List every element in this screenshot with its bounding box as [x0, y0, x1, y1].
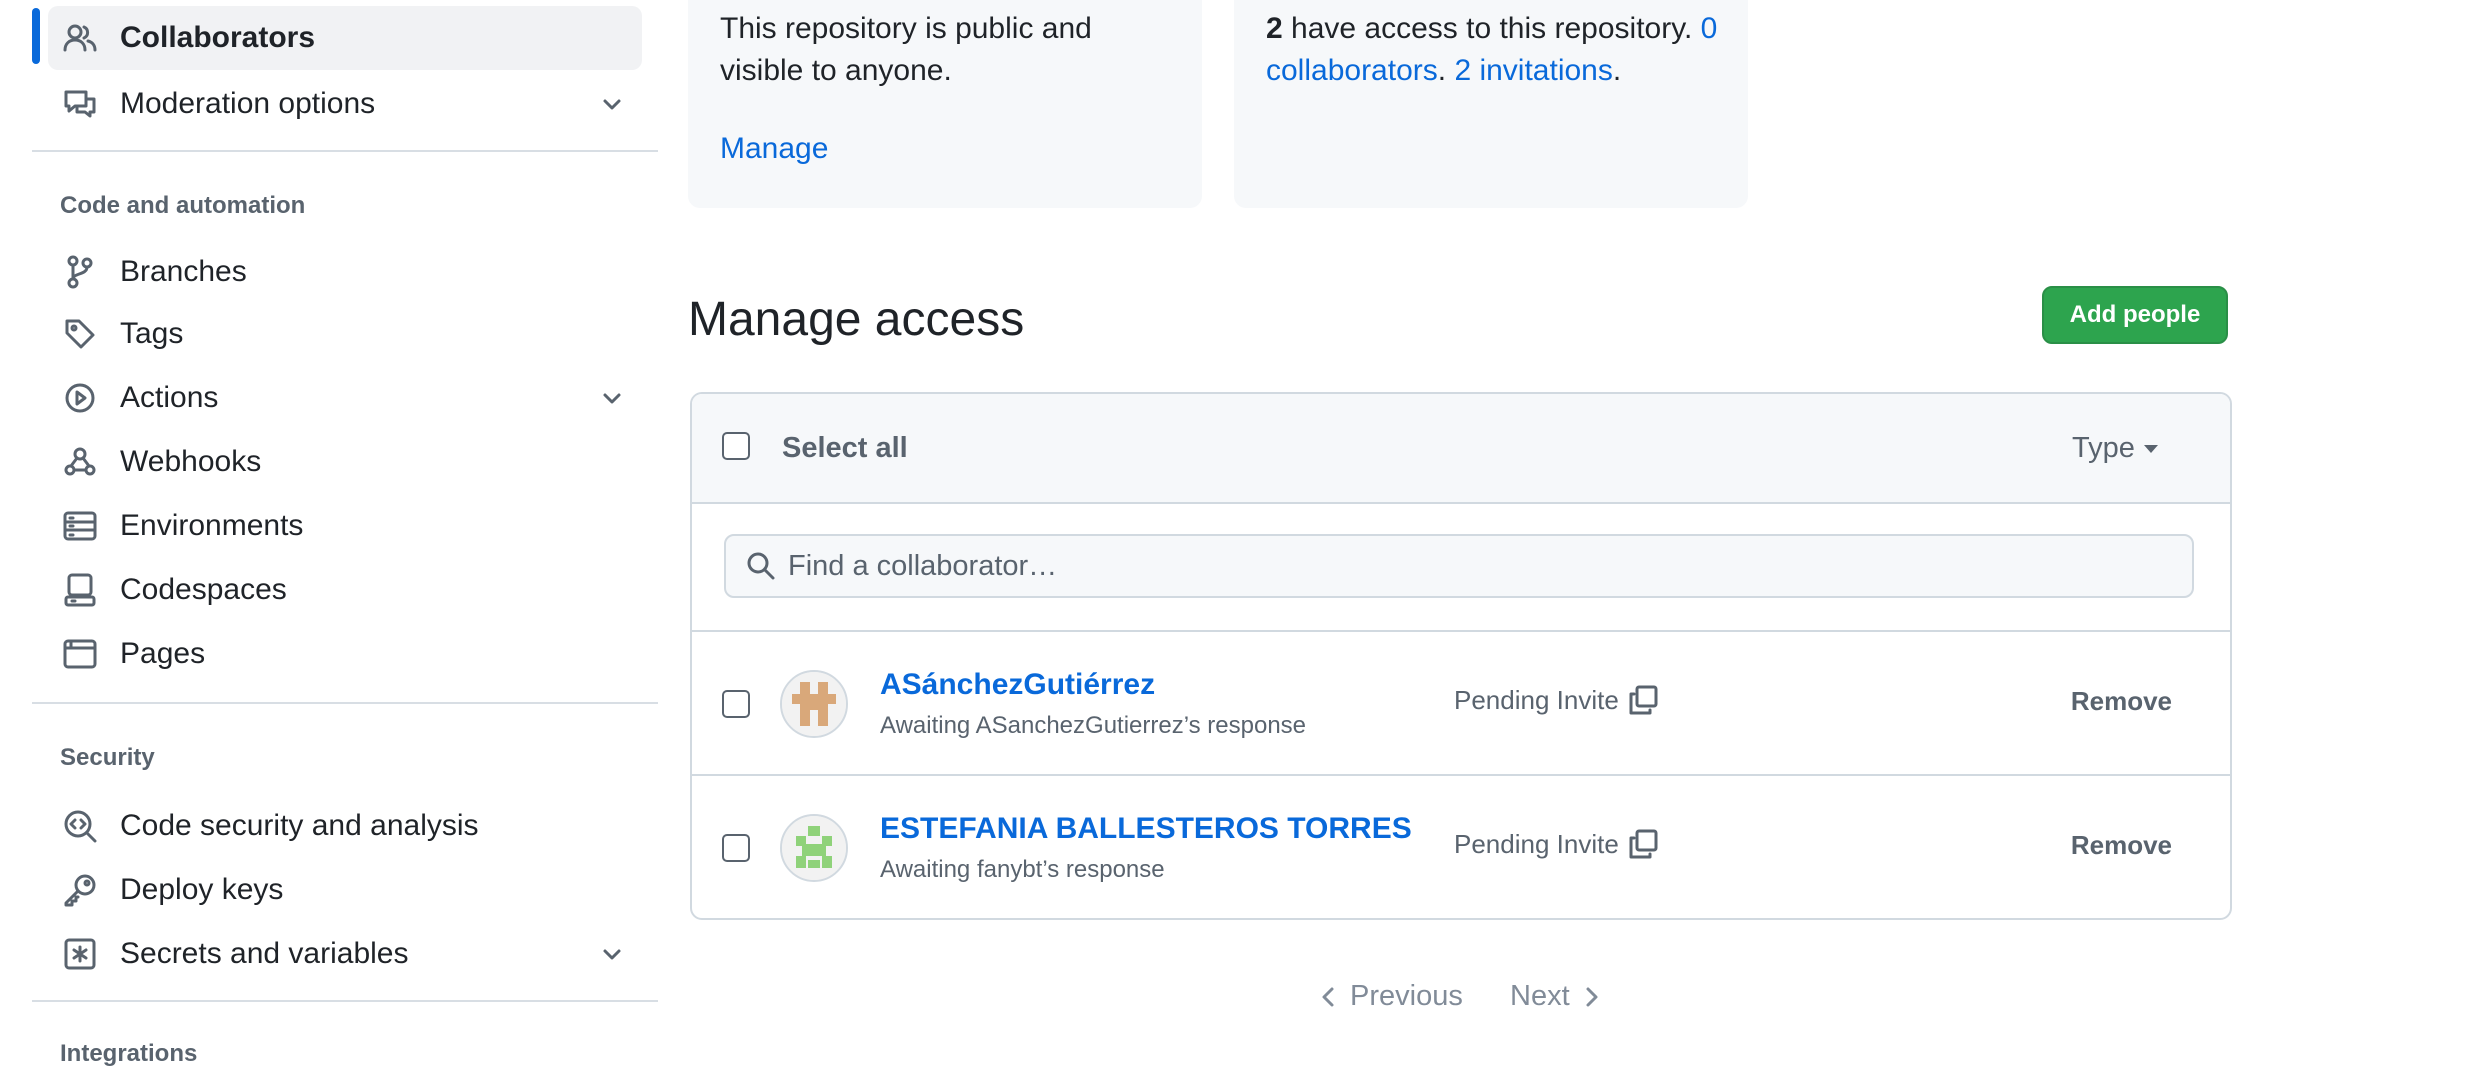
sidebar-item-label: Environments: [120, 509, 304, 542]
invitations-link[interactable]: 2 invitations: [1454, 54, 1612, 87]
sidebar-item-label: Webhooks: [120, 445, 262, 478]
browser-icon: [60, 634, 100, 674]
sidebar-item-label: Secrets and variables: [120, 937, 409, 970]
section-title-security: Security: [60, 744, 155, 771]
search-input[interactable]: Find a collaborator…: [724, 534, 2194, 598]
type-filter-dropdown[interactable]: Type: [2072, 432, 2159, 465]
direct-access-card: 2 have access to this repository. 0 coll…: [1234, 0, 1748, 208]
collaborator-row: ESTEFANIA BALLESTEROS TORRES Awaiting fa…: [692, 774, 2230, 918]
pagination-next[interactable]: Next: [1510, 980, 1602, 1013]
access-text: have access to this repository.: [1282, 12, 1701, 45]
sidebar-item-label: Branches: [120, 255, 247, 288]
sidebar-item-label: Tags: [120, 317, 184, 350]
pending-invite-label: Pending Invite: [1454, 684, 1619, 715]
divider: [32, 150, 658, 152]
sidebar-item-moderation-options[interactable]: Moderation options: [48, 72, 642, 136]
triangle-down-icon: [2143, 444, 2159, 454]
sidebar-item-branches[interactable]: Branches: [48, 240, 642, 304]
git-branch-icon: [60, 252, 100, 292]
type-filter-label: Type: [2072, 432, 2135, 464]
sidebar-item-code-security[interactable]: Code security and analysis: [48, 794, 642, 858]
sidebar-item-label: Moderation options: [120, 87, 376, 120]
sidebar-item-tags[interactable]: Tags: [48, 302, 642, 366]
chevron-down-icon[interactable]: [598, 90, 626, 118]
key-icon: [60, 870, 100, 910]
row-checkbox[interactable]: [722, 834, 750, 862]
collaborator-status-text: Awaiting fanybt’s response: [880, 856, 1165, 883]
remove-button[interactable]: Remove: [2071, 686, 2172, 717]
sidebar-item-collaborators[interactable]: Collaborators: [48, 6, 642, 70]
public-repository-card: This repository is public and visible to…: [688, 0, 1202, 208]
collaborator-status-text: Awaiting ASanchezGutierrez’s response: [880, 712, 1307, 739]
sidebar-item-actions[interactable]: Actions: [48, 366, 642, 430]
pending-invite-label: Pending Invite: [1454, 828, 1619, 859]
pagination-next-label: Next: [1510, 980, 1570, 1012]
sidebar-item-label: Actions: [120, 381, 219, 414]
direct-access-text: 2 have access to this repository. 0 coll…: [1266, 8, 1726, 92]
collaborator-name-link[interactable]: ASánchezGutiérrez: [880, 668, 1155, 702]
section-title-code-automation: Code and automation: [60, 192, 306, 219]
row-checkbox[interactable]: [722, 690, 750, 718]
chevron-down-icon[interactable]: [598, 940, 626, 968]
copy-icon[interactable]: [1627, 684, 1659, 716]
chevron-right-icon: [1580, 984, 1602, 1010]
panel-header: Select all Type: [692, 394, 2230, 504]
remove-button[interactable]: Remove: [2071, 830, 2172, 861]
chevron-down-icon[interactable]: [598, 384, 626, 412]
add-people-button[interactable]: Add people: [2042, 286, 2228, 344]
avatar: [780, 670, 848, 738]
avatar: [780, 814, 848, 882]
server-icon: [60, 506, 100, 546]
asterisk-icon: [60, 934, 100, 974]
page-title: Manage access: [688, 293, 1025, 346]
webhook-icon: [60, 442, 100, 482]
select-all-label: Select all: [782, 432, 908, 464]
public-repository-text: This repository is public and visible to…: [720, 12, 1092, 87]
divider: [32, 1000, 658, 1002]
sidebar-item-label: Pages: [120, 637, 206, 670]
pagination-previous[interactable]: Previous: [1318, 980, 1463, 1013]
sidebar-item-secrets-variables[interactable]: Secrets and variables: [48, 922, 642, 986]
sidebar-item-webhooks[interactable]: Webhooks: [48, 430, 642, 494]
sidebar-item-pages[interactable]: Pages: [48, 622, 642, 686]
collaborator-row: ASánchezGutiérrez Awaiting ASanchezGutie…: [692, 630, 2230, 774]
sidebar-item-label: Codespaces: [120, 573, 287, 606]
section-title-integrations: Integrations: [60, 1040, 198, 1067]
play-icon: [60, 378, 100, 418]
search-icon: [746, 551, 776, 581]
sidebar-item-label: Code security and analysis: [120, 809, 479, 842]
manage-visibility-link[interactable]: Manage: [720, 132, 828, 166]
codespaces-icon: [60, 570, 100, 610]
access-count: 2: [1266, 12, 1283, 45]
sidebar-item-environments[interactable]: Environments: [48, 494, 642, 558]
search-placeholder: Find a collaborator…: [788, 549, 1058, 582]
chevron-left-icon: [1318, 984, 1340, 1010]
separator-text: .: [1437, 54, 1455, 87]
people-icon: [60, 18, 100, 58]
end-text: .: [1612, 54, 1622, 87]
codescan-icon: [60, 806, 100, 846]
comment-discussion-icon: [60, 84, 100, 124]
sidebar-item-codespaces[interactable]: Codespaces: [48, 558, 642, 622]
pending-invite: Pending Invite: [1454, 684, 1659, 716]
sidebar-item-deploy-keys[interactable]: Deploy keys: [48, 858, 642, 922]
select-all-checkbox[interactable]: [722, 432, 750, 460]
divider: [32, 702, 658, 704]
tag-icon: [60, 314, 100, 354]
sidebar-item-label: Collaborators: [120, 21, 316, 54]
pagination-previous-label: Previous: [1350, 980, 1463, 1012]
collaborator-name-link[interactable]: ESTEFANIA BALLESTEROS TORRES: [880, 812, 1412, 846]
copy-icon[interactable]: [1627, 828, 1659, 860]
collaborators-panel: Select all Type Find a collaborator… ASá…: [690, 392, 2232, 920]
pending-invite: Pending Invite: [1454, 828, 1659, 860]
active-indicator: [32, 8, 40, 64]
sidebar-item-label: Deploy keys: [120, 873, 284, 906]
